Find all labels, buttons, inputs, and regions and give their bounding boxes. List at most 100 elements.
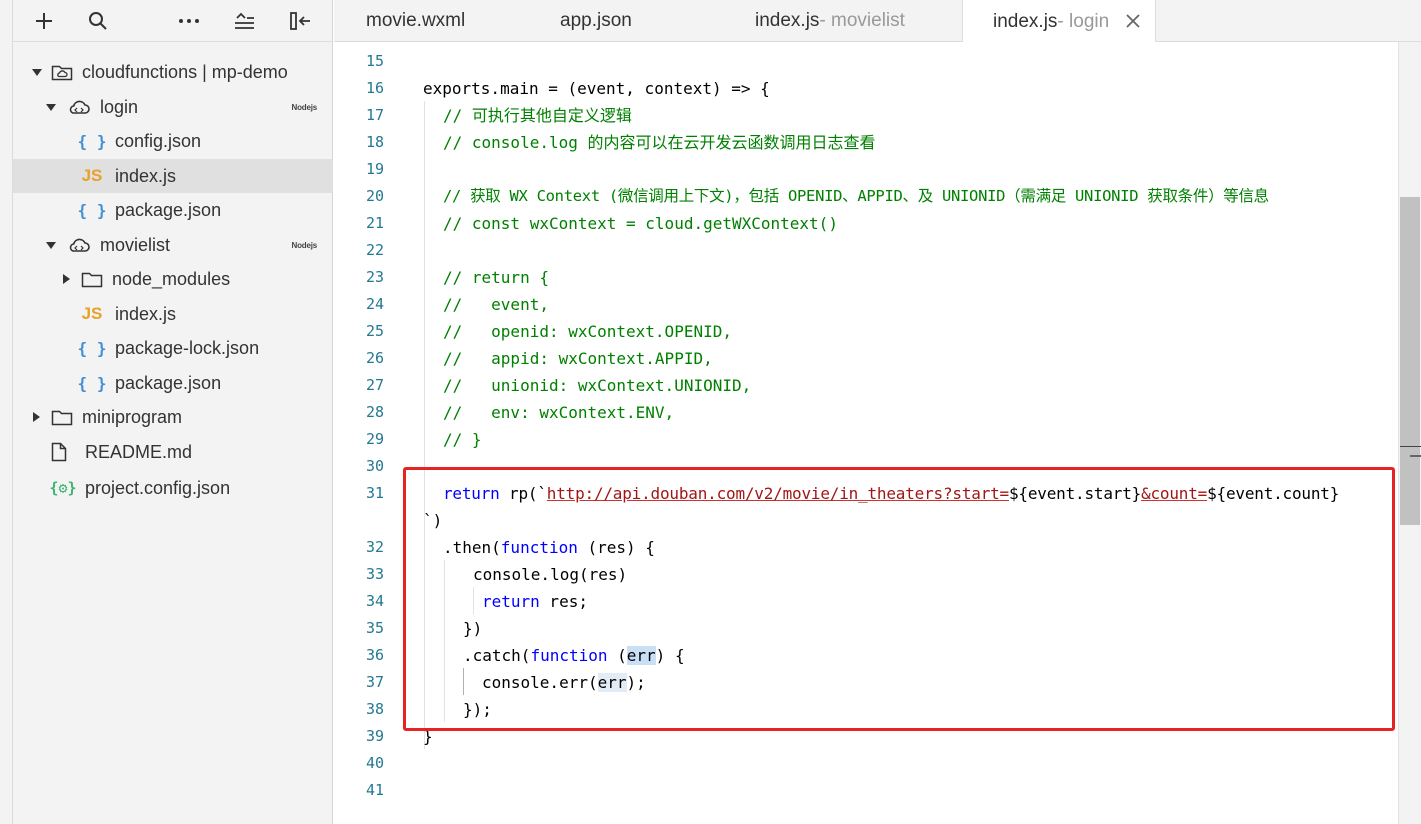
code-comment: // unionid: wxContext.UNIONID,: [443, 376, 752, 395]
more-icon: [179, 19, 199, 23]
tree-item-label: config.json: [115, 130, 202, 151]
tree-item-readme[interactable]: README.md: [13, 435, 333, 469]
collapse-all-button[interactable]: [229, 6, 259, 36]
line-number: 16: [365, 79, 384, 97]
code-comment: // console.log 的内容可以在云开发云函数调用日志查看: [443, 133, 876, 152]
add-button[interactable]: [29, 6, 59, 36]
line-number: 20: [365, 187, 384, 205]
code-comment: // 获取 WX Context (微信调用上下文)，包括 OPENID、APP…: [443, 187, 1269, 205]
line-number: 15: [365, 52, 384, 70]
scrollbar-thumb[interactable]: [1400, 197, 1420, 525]
cloud-function-icon: [67, 99, 91, 115]
tree-item-label: miniprogram: [82, 406, 183, 427]
toggle-sidebar-button[interactable]: [285, 6, 315, 36]
nodejs-badge: Nodejs: [291, 102, 318, 112]
nodejs-badge: Nodejs: [291, 240, 318, 250]
line-number: 28: [365, 403, 384, 421]
tree-item-label: node_modules: [112, 268, 231, 289]
tree-item-miniprogram[interactable]: miniprogram: [13, 400, 333, 434]
line-number: 39: [365, 727, 384, 745]
explorer-toolbar: [13, 0, 333, 42]
line-number: 36: [365, 646, 384, 664]
code-comment: // const wxContext = cloud.getWXContext(…: [443, 214, 838, 233]
annotation-highlight-box: [403, 467, 1395, 731]
tree-item-login[interactable]: login Nodejs: [13, 90, 333, 124]
code-comment: // event,: [443, 295, 549, 314]
close-icon: [1126, 14, 1140, 28]
code-comment: // appid: wxContext.APPID,: [443, 349, 713, 368]
close-tab-button[interactable]: [1123, 11, 1143, 31]
tree-item-index-js-movielist[interactable]: JS index.js: [13, 297, 333, 331]
line-number: 21: [365, 214, 384, 232]
line-number: 23: [365, 268, 384, 286]
tree-item-label: package-lock.json: [115, 337, 260, 358]
line-number: 33: [365, 565, 384, 583]
line-number: 22: [365, 241, 384, 259]
tab-label: app.json: [560, 10, 632, 31]
tab-sublabel: - login: [1057, 10, 1110, 32]
line-number: 30: [365, 457, 384, 475]
line-number: 25: [365, 322, 384, 340]
editor-tab-bar: movie.wxml app.json index.js - movielist…: [334, 0, 1421, 43]
chevron-right-icon: [60, 273, 72, 285]
line-number: 29: [365, 430, 384, 448]
chevron-down-icon: [31, 66, 43, 78]
code-comment: // }: [443, 430, 482, 449]
line-number: 19: [365, 160, 384, 178]
tab-index-js-login[interactable]: index.js - login: [962, 0, 1156, 43]
chevron-down-icon: [45, 239, 57, 251]
js-file-icon: JS: [81, 304, 103, 323]
line-number: 38: [365, 700, 384, 718]
code-comment: // openid: wxContext.OPENID,: [443, 322, 732, 341]
code-line: exports.main = (event, context) => {: [423, 79, 770, 98]
tab-movie-wxml[interactable]: movie.wxml: [366, 0, 465, 42]
tree-item-label: movielist: [100, 234, 171, 255]
folder-icon: [51, 408, 73, 426]
js-file-icon: JS: [81, 166, 103, 185]
tree-item-node-modules[interactable]: node_modules: [13, 262, 333, 296]
code-comment: // 可执行其他自定义逻辑: [443, 106, 632, 125]
tree-item-movielist[interactable]: movielist Nodejs: [13, 228, 333, 262]
tree-item-package-json-movielist[interactable]: { } package.json: [13, 366, 333, 400]
code-editor[interactable]: 15 16 17 18 19 20 21 22 23 24 25 26 27 2…: [334, 42, 1398, 824]
tree-item-label: index.js: [115, 303, 177, 324]
tree-item-label: README.md: [85, 441, 193, 462]
tree-item-label: package.json: [115, 199, 222, 220]
tab-label: movie.wxml: [366, 10, 466, 31]
search-button[interactable]: [83, 6, 113, 36]
tab-app-json[interactable]: app.json: [560, 0, 632, 42]
json-icon: { }: [77, 131, 107, 151]
panel-collapse-icon: [290, 12, 310, 30]
tree-item-package-lock-json[interactable]: { } package-lock.json: [13, 331, 333, 365]
tree-item-index-js-login[interactable]: JS index.js: [13, 159, 333, 193]
code-comment: // return {: [443, 268, 549, 287]
file-icon: [51, 442, 67, 462]
tree-item-cloudfunctions[interactable]: cloudfunctions | mp-demo: [13, 55, 333, 89]
tree-item-label: login: [100, 96, 139, 117]
config-json-icon: {⚙}: [49, 479, 77, 497]
line-number: 17: [365, 106, 384, 124]
more-button[interactable]: [174, 6, 204, 36]
tree-item-label: cloudfunctions | mp-demo: [82, 61, 288, 82]
line-number: 32: [365, 538, 384, 556]
tree-item-label: project.config.json: [85, 477, 231, 498]
tree-item-project-config-json[interactable]: {⚙} project.config.json: [13, 471, 333, 505]
line-number: 27: [365, 376, 384, 394]
tab-sublabel: - movielist: [819, 10, 905, 31]
tree-item-package-json[interactable]: { } package.json: [13, 193, 333, 227]
tree-item-label: index.js: [115, 165, 177, 186]
collapse-all-icon: [235, 12, 254, 29]
code-comment: // env: wxContext.ENV,: [443, 403, 675, 422]
activity-bar: [0, 0, 13, 824]
tree-item-label: package.json: [115, 372, 222, 393]
line-number: 35: [365, 619, 384, 637]
json-icon: { }: [77, 338, 107, 358]
line-number: 37: [365, 673, 384, 691]
tab-index-js-movielist[interactable]: index.js - movielist: [755, 0, 905, 42]
plus-icon: [36, 13, 52, 29]
line-number: 34: [365, 592, 384, 610]
chevron-down-icon: [45, 101, 57, 113]
line-number: 18: [365, 133, 384, 151]
tree-item-config-json[interactable]: { } config.json: [13, 124, 333, 158]
scrollbar-marker: [1410, 455, 1421, 457]
